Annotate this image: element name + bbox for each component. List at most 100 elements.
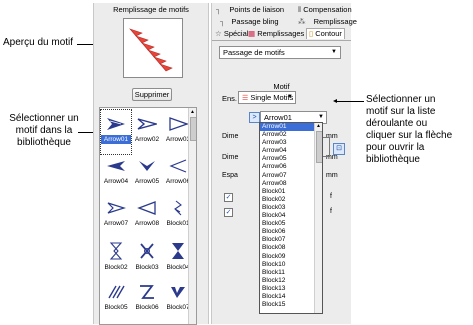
chevron-down-icon [139,161,155,171]
callout-dropdown-line4: cliquer sur la flèche [366,130,453,141]
tab-fills-label: Remplissages [257,29,305,38]
callout-library: Sélectionner un motif dans la bibliothèq… [4,113,84,149]
dropdown-item[interactable]: Arrow05 [260,155,314,163]
pattern-item-block03[interactable]: Block03 [132,236,162,280]
block-hourglass-icon [109,242,123,260]
dropdown-scrollbar[interactable]: ▲ [314,123,322,313]
callout-preview-text: Aperçu du motif [3,37,74,48]
callout-library-line2: motif dans la [15,125,73,136]
pattern-item-label: Block05 [104,304,128,311]
pattern-item-label: Arrow04 [103,178,129,185]
delete-button[interactable]: Supprimer [132,88,172,101]
callout-library-line3: bibliothèque [17,137,71,148]
block-hatch-icon [108,285,125,299]
tab-compensation[interactable]: ⫴ Compensation [298,5,352,15]
block-v-icon [171,287,185,298]
tab-tie-points-label: Points de liaison [229,5,285,14]
tab-special[interactable]: ☆ Spécial [215,29,248,39]
pattern-item-label: Arrow01 [101,135,131,144]
dropdown-item[interactable]: Block06 [260,228,314,236]
chevron-left-thin-icon [169,159,187,173]
bling-icon: ┐ [220,17,226,26]
tab-bling-run-label: Passage bling [231,17,279,26]
dropdown-item[interactable]: Block03 [260,204,314,212]
stitch-type-select[interactable]: Passage de motifs ▼ [219,46,341,59]
tab-outline[interactable]: ▯ Contour [306,28,345,39]
pattern-fill-panel: Remplissage de motifs Supprimer Arrow01 [93,3,209,325]
dropdown-item[interactable]: Block04 [260,212,314,220]
pattern-library[interactable]: Arrow01 Arrow02 Arrow03 Arrow04 Arrow05 [99,107,197,325]
motif-dropdown-items: Arrow01 Arrow02 Arrow03 Arrow04 Arrow05 Arrow… [260,123,314,309]
arrow-outline-left-icon [137,201,156,215]
tab-tie-points[interactable]: ┐ Points de liaison [216,5,284,15]
pattern-item-arrow01[interactable]: Arrow01 [100,109,132,155]
block-knot-icon [174,200,182,216]
option-checkbox-1[interactable]: ✓ [224,193,233,202]
dropdown-item[interactable]: Arrow06 [260,163,314,171]
dropdown-item[interactable]: Block15 [260,301,314,309]
pattern-item-arrow08[interactable]: Arrow08 [132,194,162,238]
dropdown-item[interactable]: Block13 [260,285,314,293]
chevron-down-icon: ▼ [287,94,293,100]
library-scroll-thumb[interactable] [190,117,196,141]
pattern-item-arrow05[interactable]: Arrow05 [132,152,162,196]
motif-dropdown-list[interactable]: Arrow01 Arrow02 Arrow03 Arrow04 Arrow05 Arrow… [259,122,323,314]
fill-grid-icon: ⁂ [298,17,306,26]
dimension-2-label: Dime [222,154,239,161]
fills-icon: ▦ [248,29,256,38]
arrow-outline-right-icon [169,117,188,131]
dropdown-item[interactable]: Block02 [260,196,314,204]
motif-set-select[interactable]: ☰ Single Motifs ▼ [238,91,296,104]
tab-fill[interactable]: ⁂ Remplissage [298,17,357,27]
pattern-item-block05[interactable]: Block05 [101,278,131,322]
dropdown-item[interactable]: Arrow08 [260,180,314,188]
dropdown-item[interactable]: Block10 [260,261,314,269]
single-motifs-icon: ☰ [242,95,249,102]
scroll-up-icon[interactable]: ▲ [190,109,195,115]
pattern-item-arrow04[interactable]: Arrow04 [101,152,131,196]
dropdown-item[interactable]: Arrow03 [260,139,314,147]
lock-icon[interactable]: ⊡ [333,143,345,155]
pattern-item-block02[interactable]: Block02 [101,236,131,280]
dropdown-item[interactable]: Arrow04 [260,147,314,155]
option-checkbox-2[interactable]: ✓ [224,208,233,217]
dropdown-item[interactable]: Block12 [260,277,314,285]
pattern-item-label: Arrow02 [134,136,160,143]
dropdown-item[interactable]: Block14 [260,293,314,301]
dropdown-item[interactable]: Arrow01 [260,123,314,132]
dropdown-item[interactable]: Block07 [260,236,314,244]
scroll-up-icon[interactable]: ▲ [316,123,321,129]
pattern-item-block06[interactable]: Block06 [132,278,162,322]
dropdown-item[interactable]: Block01 [260,188,314,196]
chevron-down-icon: ▼ [331,49,337,55]
block-x-icon [140,243,154,259]
dropdown-item[interactable]: Block05 [260,220,314,228]
dropdown-item[interactable]: Arrow07 [260,172,314,180]
dropdown-item[interactable]: Arrow02 [260,131,314,139]
block-zigzag-icon [140,285,154,299]
tab-fill-label: Remplissage [313,17,357,26]
tab-bling-run[interactable]: ┐ Passage bling [220,17,279,27]
callout-dropdown-line [336,101,364,102]
tab-compensation-label: Compensation [303,5,352,14]
pattern-item-label: Arrow05 [134,178,160,185]
pattern-item-arrow07[interactable]: Arrow07 [101,194,131,238]
pattern-item-arrow02[interactable]: Arrow02 [132,110,162,154]
callout-preview: Aperçu du motif [3,37,73,49]
dropdown-item[interactable]: Block08 [260,244,314,252]
stitch-type-value: Passage de motifs [223,48,285,57]
pattern-item-label: Block03 [135,264,159,271]
callout-dropdown: Sélectionner un motif sur la liste dérou… [366,94,471,166]
dropdown-item[interactable]: Block11 [260,269,314,277]
callout-dropdown-line6: bibliothèque [366,154,420,165]
tab-special-label: Spécial [223,29,249,38]
library-scrollbar[interactable]: ▲ [188,108,196,324]
arrow-thin-right-icon [137,118,157,130]
dropdown-item[interactable]: Block09 [260,253,314,261]
callout-dropdown-line2: motif sur la liste [366,106,436,117]
dropdown-scroll-thumb[interactable] [316,131,322,163]
dimension-1-label: Dime [222,133,239,140]
pattern-item-label: Arrow08 [134,220,160,227]
tab-fills[interactable]: ▦ Remplissages [248,29,304,39]
motif-preview [123,18,183,78]
